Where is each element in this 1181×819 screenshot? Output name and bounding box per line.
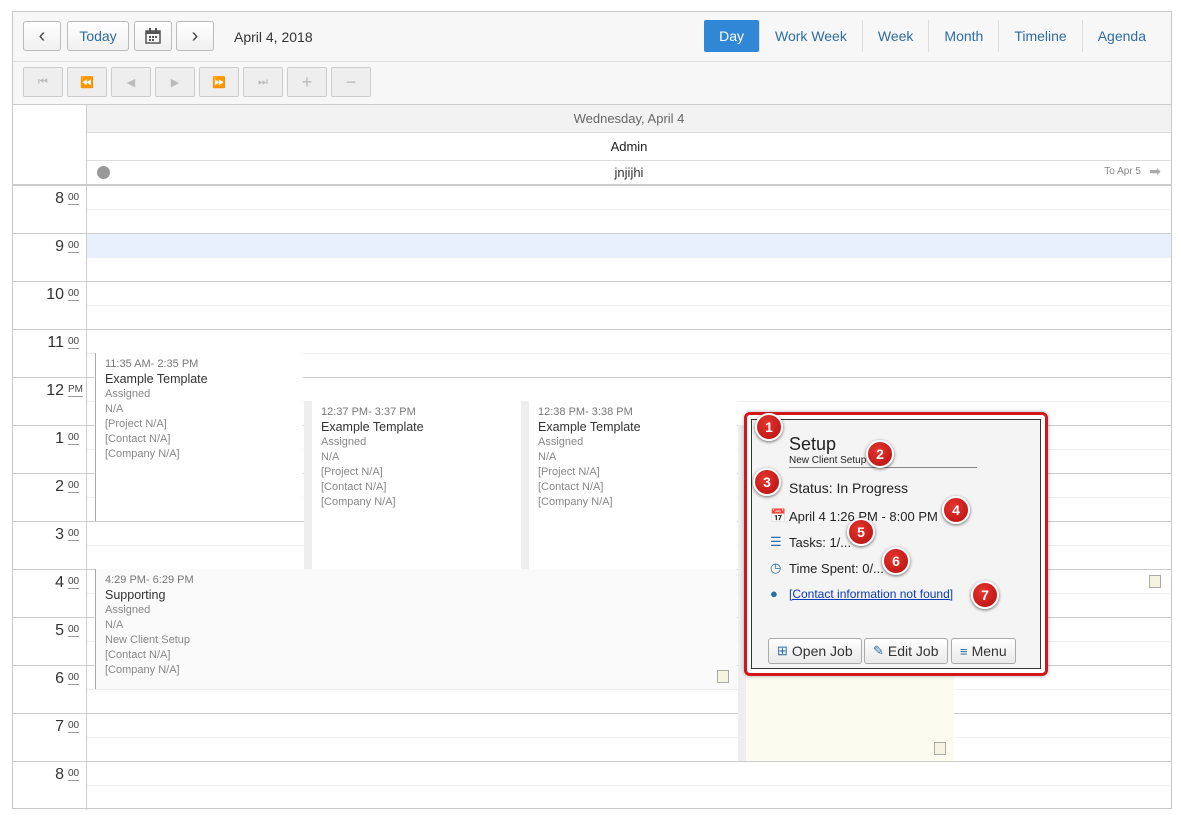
- notes-icon[interactable]: [1149, 575, 1161, 588]
- hour-label: 12: [46, 382, 64, 399]
- event-card[interactable]: 12:37 PM- 3:37 PM Example Template Assig…: [304, 401, 521, 569]
- popup-title: Setup: [789, 434, 837, 454]
- fast-forward-icon[interactable]: ⏩: [199, 67, 239, 97]
- scheduler: ‹ Today › April 4, 2018 Day Work Week We…: [12, 11, 1172, 810]
- hour-label: 3: [55, 526, 64, 543]
- open-job-button[interactable]: ⊞ Open Job: [768, 638, 862, 664]
- chevron-left-icon: ‹: [38, 24, 46, 47]
- zoom-out-button[interactable]: −: [331, 67, 371, 97]
- last-page-icon[interactable]: ⏭: [243, 67, 283, 97]
- main-toolbar: ‹ Today › April 4, 2018 Day Work Week We…: [13, 12, 1171, 62]
- day-header: Wednesday, April 4: [87, 105, 1171, 133]
- notes-icon[interactable]: [934, 742, 946, 755]
- chevron-right-icon: ›: [191, 24, 199, 47]
- navigation-toolbar: ⏮ ⏪ ◀ ▶ ⏩ ⏭ + −: [13, 62, 1171, 105]
- hour-label: 8: [55, 190, 64, 207]
- all-day-event[interactable]: jnjijhi: [615, 165, 644, 180]
- hour-label: 9: [55, 238, 64, 255]
- event-popup: Setup New Client Setup Status: In Progre…: [744, 412, 1048, 676]
- view-switcher: Day Work Week Week Month Timeline Agenda: [704, 20, 1161, 52]
- all-day-row: jnjijhi To Apr 5 ➡: [87, 161, 1171, 185]
- event-card[interactable]: 12:38 PM- 3:38 PM Example Template Assig…: [521, 401, 737, 569]
- fast-back-icon[interactable]: ⏪: [67, 67, 107, 97]
- prev-button[interactable]: ‹: [23, 21, 61, 51]
- next-button[interactable]: ›: [176, 21, 214, 51]
- clock-icon: [97, 166, 110, 179]
- arrow-right-icon: ➡: [1149, 163, 1161, 179]
- hour-label: 5: [55, 622, 64, 639]
- plus-square-icon: ⊞: [777, 643, 788, 658]
- callout-badge: 3: [753, 468, 781, 496]
- hour-label: 10: [46, 286, 64, 303]
- time-gutter-header: [13, 105, 87, 185]
- calendar-picker-button[interactable]: [134, 21, 172, 51]
- callout-badge: 2: [866, 440, 894, 468]
- callout-badge: 5: [847, 518, 875, 546]
- hour-label: 1: [55, 430, 64, 447]
- hour-label: 8: [55, 766, 64, 783]
- popup-time-spent: Time Spent: 0/...: [789, 561, 884, 576]
- menu-button[interactable]: ≡ Menu: [951, 638, 1016, 664]
- callout-badge: 6: [882, 547, 910, 575]
- step-forward-icon[interactable]: ▶: [155, 67, 195, 97]
- current-date: April 4, 2018: [234, 29, 313, 45]
- contact-link[interactable]: [Contact information not found]: [789, 587, 953, 601]
- user-icon: ●: [770, 586, 778, 601]
- popup-status: Status: In Progress: [789, 480, 909, 496]
- event-card[interactable]: 4:29 PM- 6:29 PM Supporting Assigned N/A…: [95, 569, 737, 689]
- hour-label: 7: [55, 718, 64, 735]
- clock-icon: ◷: [770, 560, 782, 575]
- calendar-icon: [145, 28, 161, 44]
- view-work-week[interactable]: Work Week: [759, 20, 862, 52]
- hamburger-icon: ≡: [960, 643, 968, 659]
- view-timeline[interactable]: Timeline: [998, 20, 1081, 52]
- hour-label: 6: [55, 670, 64, 687]
- popup-tasks: Tasks: 1/...: [789, 535, 852, 550]
- callout-badge: 1: [755, 413, 783, 441]
- first-page-icon[interactable]: ⏮: [23, 67, 63, 97]
- calendar-icon: 📅: [770, 508, 787, 523]
- hour-label: 2: [55, 478, 64, 495]
- view-agenda[interactable]: Agenda: [1081, 20, 1161, 52]
- tasks-icon: ☰: [770, 534, 782, 549]
- hour-label: 11: [47, 334, 64, 351]
- event-card[interactable]: 11:35 AM- 2:35 PM Example Template Assig…: [95, 353, 303, 521]
- step-back-icon[interactable]: ◀: [111, 67, 151, 97]
- callout-badge: 4: [942, 496, 970, 524]
- view-week[interactable]: Week: [861, 20, 929, 52]
- continues-label[interactable]: To Apr 5: [1104, 166, 1141, 177]
- edit-job-button[interactable]: ✎ Edit Job: [864, 638, 948, 664]
- notes-icon[interactable]: [717, 670, 729, 683]
- resource-header: Admin: [87, 133, 1171, 161]
- pencil-icon: ✎: [873, 643, 884, 658]
- callout-badge: 7: [971, 581, 999, 609]
- zoom-in-button[interactable]: +: [287, 67, 327, 97]
- view-month[interactable]: Month: [928, 20, 998, 52]
- today-button[interactable]: Today: [67, 21, 129, 51]
- view-day[interactable]: Day: [704, 20, 760, 52]
- popup-body: Setup New Client Setup Status: In Progre…: [751, 419, 1041, 669]
- hour-label: 4: [55, 574, 64, 591]
